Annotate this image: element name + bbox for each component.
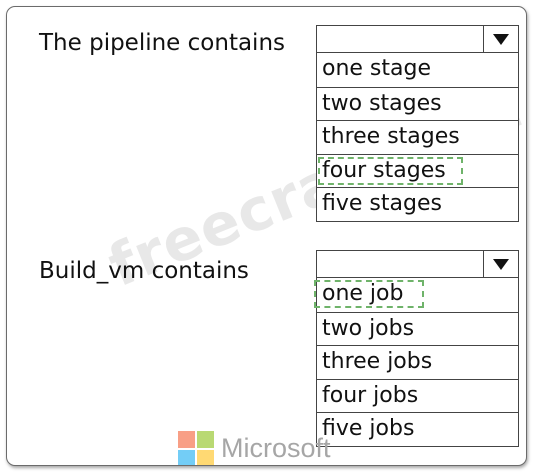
question-2-option[interactable]: two jobs [317,311,518,346]
question-1-dropdown-header[interactable] [316,25,519,53]
question-2-label: Build_vm contains [39,258,249,284]
question-panel: freecram.net The pipeline contains one s… [6,6,527,466]
option-label: one stage [322,56,432,81]
question-2-option[interactable]: four jobs [317,378,518,413]
question-1-label: The pipeline contains [39,30,286,56]
question-1-dropdown[interactable]: one stage two stages three stages four s… [316,25,519,222]
logo-square-red [178,431,195,448]
logo-square-yellow [197,450,214,465]
option-label: three jobs [322,349,433,375]
logo-square-blue [178,450,195,465]
microsoft-logo-text: Microsoft [221,433,331,463]
question-1-option[interactable]: two stages [317,86,518,121]
option-label: four stages [322,157,446,183]
question-2-dropdown-toggle[interactable] [483,251,518,277]
logo-square-green [197,431,214,448]
option-label: three stages [322,124,460,150]
option-label: one job [322,281,404,306]
question-2-option-selected[interactable]: one job [314,278,518,312]
question-2-option[interactable]: three jobs [317,345,518,379]
chevron-down-icon [493,34,509,45]
question-1-option-selected[interactable]: four stages [317,153,518,188]
question-1-option[interactable]: five stages [317,187,518,221]
question-1-option[interactable]: one stage [317,53,518,87]
question-2-dropdown[interactable]: one job two jobs three jobs four jobs fi… [314,250,519,447]
option-label: two stages [322,90,442,116]
question-1-options: one stage two stages three stages four s… [316,53,519,222]
option-label: four jobs [322,382,419,408]
question-2-options: one job two jobs three jobs four jobs fi… [314,278,519,447]
option-label: five jobs [322,416,415,442]
question-1-dropdown-toggle[interactable] [483,26,518,52]
option-label: two jobs [322,315,415,341]
question-1-option[interactable]: three stages [317,120,518,154]
option-label: five stages [322,191,442,217]
question-2-dropdown-header[interactable] [316,250,519,278]
chevron-down-icon [493,259,509,270]
question-2-option[interactable]: five jobs [317,412,518,446]
